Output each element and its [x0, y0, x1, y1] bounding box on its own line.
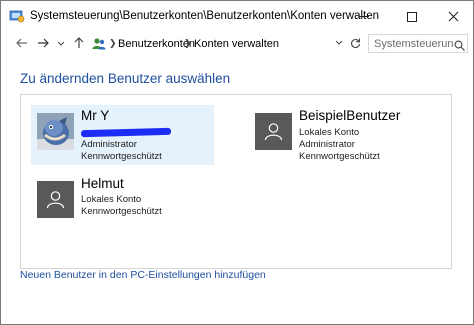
account-kind: Lokales Konto [299, 127, 360, 138]
search-placeholder: Systemsteuerun... [374, 38, 454, 50]
back-button[interactable] [15, 34, 29, 52]
arrow-left-icon [16, 38, 27, 48]
avatar-photo [37, 113, 74, 150]
refresh-button[interactable] [350, 35, 361, 52]
user-icon [46, 191, 65, 209]
up-button[interactable] [72, 34, 86, 52]
accounts-panel: Mr Y Administrator Kennwortgeschützt Bei… [20, 94, 452, 269]
arrow-right-icon [38, 38, 49, 48]
page-title: Zu ändernden Benutzer auswählen [20, 71, 231, 86]
close-icon [448, 11, 458, 22]
chevron-down-icon [57, 41, 65, 46]
breadcrumb-separator-icon[interactable]: ❯ [109, 38, 117, 49]
account-tile-beispielbenutzer[interactable]: BeispielBenutzer Lokales Konto Administr… [249, 105, 439, 165]
arrow-up-icon [74, 37, 84, 48]
recent-locations-button[interactable] [55, 34, 67, 52]
account-password-status: Kennwortgeschützt [81, 206, 162, 217]
account-kind: Lokales Konto [81, 194, 142, 205]
breadcrumb-separator-icon[interactable]: ❯ [184, 38, 192, 49]
minimize-icon [359, 16, 369, 17]
close-button[interactable] [431, 1, 474, 32]
account-password-status: Kennwortgeschützt [299, 151, 380, 162]
window: Systemsteuerung\Benutzerkonten\Benutzerk… [0, 0, 474, 325]
forward-button[interactable] [36, 34, 50, 52]
users-icon [92, 37, 106, 50]
user-icon [264, 123, 283, 141]
search-input[interactable]: Systemsteuerun... [368, 34, 468, 53]
minimize-button[interactable] [342, 1, 386, 32]
account-type: Administrator [81, 139, 137, 150]
address-history-dropdown[interactable] [335, 38, 343, 47]
account-tile-mr-y[interactable]: Mr Y Administrator Kennwortgeschützt [31, 105, 214, 165]
account-type: Administrator [299, 139, 355, 150]
account-tile-helmut[interactable]: Helmut Lokales Konto Kennwortgeschützt [31, 173, 214, 233]
maximize-button[interactable] [390, 1, 434, 32]
account-name: Mr Y [81, 108, 110, 123]
add-user-link[interactable]: Neuen Benutzer in den PC-Einstellungen h… [20, 269, 266, 281]
breadcrumb-konten-verwalten[interactable]: Konten verwalten [194, 38, 279, 50]
default-user-avatar [37, 181, 74, 218]
account-password-status: Kennwortgeschützt [81, 151, 162, 162]
default-user-avatar [255, 113, 292, 150]
maximize-icon [407, 11, 417, 22]
account-name: Helmut [81, 176, 124, 191]
address-bar[interactable]: ❯ Benutzerkonten ❯ Konten verwalten [87, 34, 365, 53]
title-bar[interactable]: Systemsteuerung\Benutzerkonten\Benutzerk… [1, 1, 473, 32]
window-title: Systemsteuerung\Benutzerkonten\Benutzerk… [30, 10, 380, 22]
main-content: Zu ändernden Benutzer auswählen Mr Y Adm… [1, 54, 473, 324]
control-panel-icon [9, 9, 25, 23]
redaction-mark [80, 127, 172, 138]
refresh-icon [351, 38, 361, 48]
search-icon[interactable] [454, 38, 465, 51]
account-name: BeispielBenutzer [299, 108, 401, 123]
chevron-down-icon [335, 40, 343, 45]
navigation-bar: ❯ Benutzerkonten ❯ Konten verwalten Syst… [1, 32, 473, 54]
